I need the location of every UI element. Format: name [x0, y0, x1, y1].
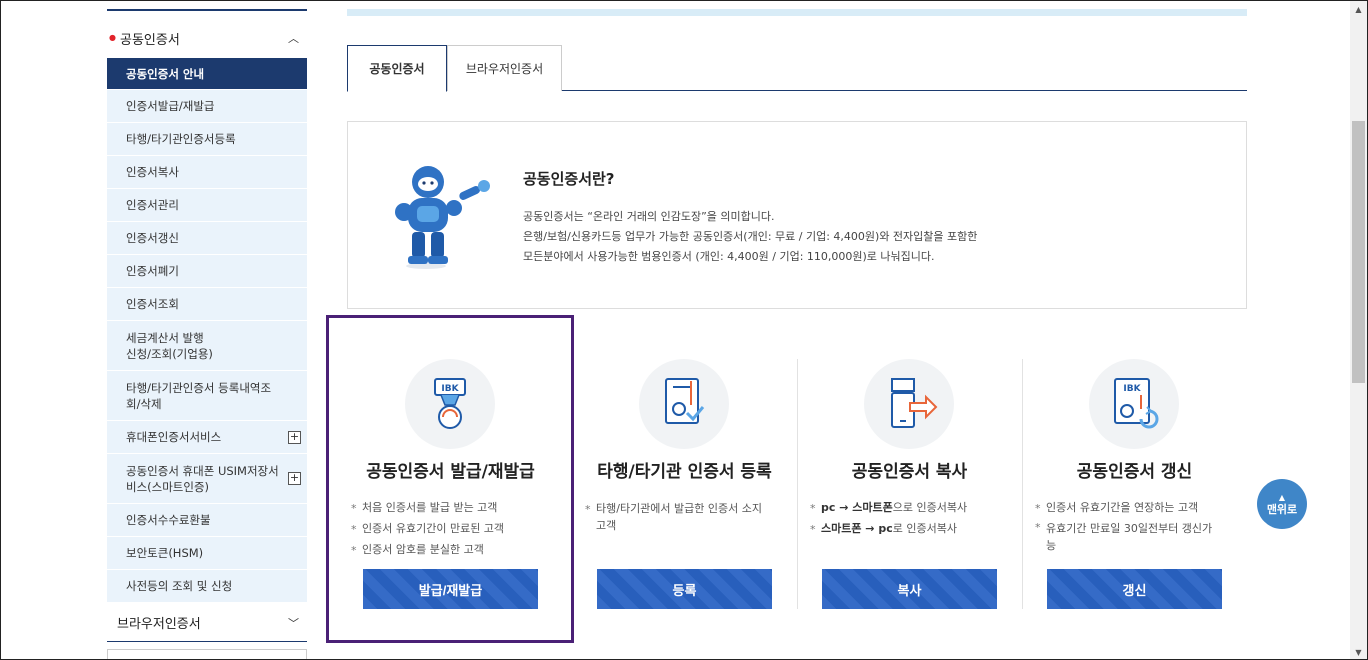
card-register: 타행/타기관 인증서 등록 타행/타기관에서 발급한 인증서 소지 고객 등록 [572, 359, 797, 609]
copy-button[interactable]: 복사 [822, 569, 997, 609]
sidebar-item-label: 인증서수수료환불 [126, 513, 211, 527]
tab-browser-certificate[interactable]: 브라우저인증서 [447, 45, 562, 91]
sidebar: ● 공동인증서 ︿ 공동인증서 안내인증서발급/재발급타행/타기관인증서등록인증서… [107, 1, 307, 659]
card-renew: IBK 공동인증서 갱신 인증서 유효기간을 연장하는 고객 유효기간 만료일 … [1022, 359, 1247, 609]
certificate-info-box: 공동인증서란? 공동인증서는 “온라인 거래의 인감도장”을 의미합니다. 은행… [347, 121, 1247, 309]
scroll-up-icon[interactable]: ▲ [1350, 1, 1367, 18]
highlight-box [326, 315, 574, 643]
sidebar-item[interactable]: 인증서관리 [107, 189, 307, 222]
sidebar-item[interactable]: 세금계산서 발행 신청/조회(기업용) [107, 321, 307, 371]
sidebar-item[interactable]: 인증서조회 [107, 288, 307, 321]
sidebar-item[interactable]: 인증서폐기 [107, 255, 307, 288]
sidebar-item-label: 타행/타기관인증서 등록내역조 회/삭제 [126, 380, 272, 411]
sidebar-item[interactable]: 공동인증서 휴대폰 USIM저장서 비스(스마트인증) + [107, 454, 307, 504]
sidebar-section-header[interactable]: ● 공동인증서 ︿ [107, 19, 307, 57]
sidebar-item[interactable]: 사전등의 조회 및 신청 [107, 570, 307, 603]
info-line-2: 은행/보험/신용카드등 업무가 가능한 공동인증서(개인: 무료 / 기업: 4… [523, 230, 978, 243]
sidebar-section-title-wrap: ● 공동인증서 [109, 29, 180, 48]
card-description: 인증서 유효기간을 연장하는 고객 유효기간 만료일 30일전부터 갱신가 능 [1035, 497, 1240, 554]
info-line-3: 모든분야에서 사용가능한 범용인증서 (개인: 4,400원 / 기업: 110… [523, 250, 935, 263]
sidebar-top-line [107, 9, 307, 11]
sidebar-item-label: 공동인증서 휴대폰 USIM저장서 비스(스마트인증) [126, 463, 279, 494]
sidebar-section-title: 공동인증서 [119, 32, 180, 48]
sidebar-item-label: 타행/타기관인증서등록 [126, 132, 236, 146]
card-desc-rest: 로 인증서복사 [892, 522, 957, 535]
card-icon-wrap [639, 359, 729, 449]
svg-text:IBK: IBK [1123, 384, 1141, 394]
card-desc-item: 타행/타기관에서 발급한 인증서 소지 고객 [585, 500, 790, 534]
sidebar-menu: 공동인증서 안내인증서발급/재발급타행/타기관인증서등록인증서복사인증서관리인증… [107, 58, 307, 603]
card-desc-rest: 으로 인증서복사 [892, 501, 968, 514]
sidebar-item[interactable]: 인증서수수료환불 [107, 504, 307, 537]
vertical-scrollbar[interactable]: ▲ ▼ [1350, 1, 1367, 659]
chevron-down-icon[interactable]: ﹀ [288, 615, 299, 631]
certificate-tabs: 공동인증서 브라우저인증서 [347, 45, 1247, 92]
phone-transfer-icon [891, 378, 938, 428]
card-icon-wrap: IBK [1089, 359, 1179, 449]
card-title: 공동인증서 복사 [851, 462, 968, 482]
sidebar-item[interactable]: 인증서발급/재발급 [107, 90, 307, 123]
sidebar-item[interactable]: 타행/타기관인증서등록 [107, 123, 307, 156]
sidebar-item-label: 인증서갱신 [126, 231, 179, 245]
sidebar-next-box [107, 649, 307, 659]
sidebar-item-label: 인증서폐기 [126, 264, 179, 278]
sidebar-item-label: 인증서발급/재발급 [126, 99, 215, 113]
card-desc-item: 인증서 유효기간을 연장하는 고객 [1035, 497, 1240, 519]
sidebar-item-label: 세금계산서 발행 신청/조회(기업용) [126, 330, 213, 361]
sidebar-item-label: 보안토큰(HSM) [126, 546, 204, 560]
sidebar-item-label: 휴대폰인증서서비스 [126, 430, 222, 444]
card-description: pc → 스마트폰으로 인증서복사 스마트폰 → pc로 인증서복사 [810, 497, 1015, 540]
sidebar-item[interactable]: 인증서복사 [107, 156, 307, 189]
card-desc-strong: pc → 스마트폰 [821, 501, 893, 514]
top-banner-bar [347, 9, 1247, 16]
sidebar-item-label: 공동인증서 안내 [126, 66, 205, 81]
scroll-down-icon[interactable]: ▼ [1350, 644, 1367, 659]
chevron-up-icon[interactable]: ︿ [288, 30, 299, 46]
sidebar-item-label: 인증서복사 [126, 165, 179, 179]
card-desc-item: pc → 스마트폰으로 인증서복사 [810, 497, 1015, 519]
sidebar-item-label: 인증서관리 [126, 198, 179, 212]
card-desc-strong: 스마트폰 → pc [821, 522, 893, 535]
red-dot-icon: ● [109, 32, 116, 42]
card-copy: 공동인증서 복사 pc → 스마트폰으로 인증서복사 스마트폰 → pc로 인증… [797, 359, 1022, 609]
card-desc-item: 스마트폰 → pc로 인증서복사 [810, 518, 1015, 540]
sidebar-browser-cert-header[interactable]: 브라우저인증서 ﹀ [107, 604, 307, 642]
robot-mascot-icon [395, 166, 490, 269]
back-to-top-button[interactable]: ▲ 맨위로 [1257, 479, 1307, 529]
browser-viewport: ● 공동인증서 ︿ 공동인증서 안내 인증서발급/재발급 타행/타기관인증서등록 인증서… [0, 0, 1368, 660]
card-title: 타행/타기관 인증서 등록 [597, 462, 772, 482]
scrollbar-thumb[interactable] [1352, 121, 1365, 383]
card-description: 타행/타기관에서 발급한 인증서 소지 고객 [585, 497, 790, 534]
sidebar-item[interactable]: 보안토큰(HSM) [107, 537, 307, 570]
expand-plus-icon[interactable]: + [288, 472, 301, 485]
ibk-certificate-renew-icon: IBK [1114, 378, 1159, 429]
sidebar-footer-title: 브라우저인증서 [117, 617, 201, 632]
expand-plus-icon[interactable]: + [288, 430, 301, 444]
info-title: 공동인증서란? [523, 170, 615, 188]
sidebar-item[interactable]: 인증서갱신 [107, 222, 307, 255]
sidebar-item-label: 인증서조회 [126, 297, 179, 311]
info-line-1: 공동인증서는 “온라인 거래의 인감도장”을 의미합니다. [523, 210, 775, 223]
card-icon-wrap [864, 359, 954, 449]
card-title: 공동인증서 갱신 [1076, 462, 1193, 482]
card-desc-item: 유효기간 만료일 30일전부터 갱신가 능 [1035, 518, 1240, 554]
register-button[interactable]: 등록 [597, 569, 772, 609]
tab-joint-certificate[interactable]: 공동인증서 [347, 45, 447, 92]
renew-button[interactable]: 갱신 [1047, 569, 1222, 609]
sidebar-item[interactable]: 공동인증서 안내 [107, 58, 307, 90]
certificate-check-icon [665, 378, 705, 424]
sidebar-item[interactable]: 휴대폰인증서서비스 + [107, 421, 307, 454]
sidebar-item[interactable]: 타행/타기관인증서 등록내역조 회/삭제 [107, 371, 307, 421]
sidebar-item-label: 사전등의 조회 및 신청 [126, 579, 233, 593]
back-to-top-label: 맨위로 [1266, 503, 1298, 516]
